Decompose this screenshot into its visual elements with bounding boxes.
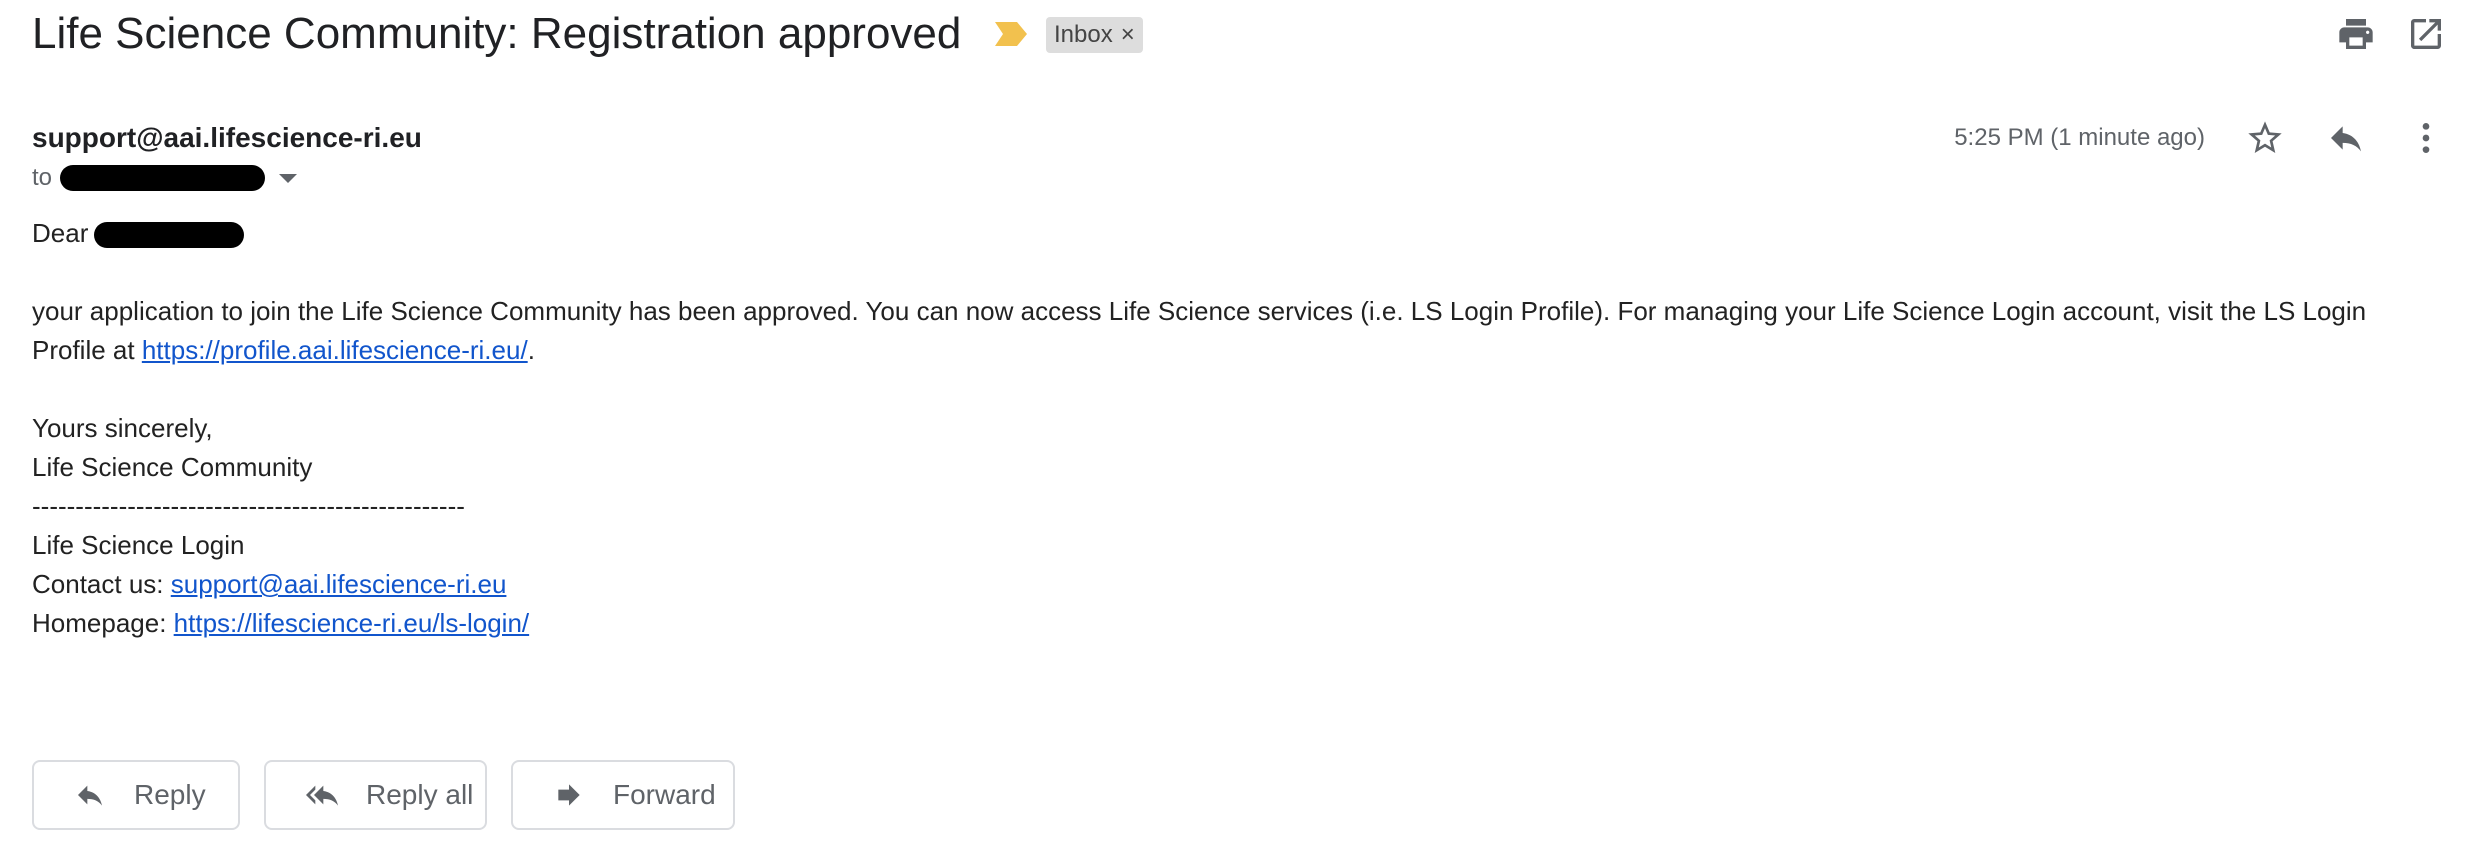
forward-button-label: Forward (613, 779, 716, 810)
email-body: Dear your application to join the Life S… (32, 214, 2432, 643)
reply-all-icon (306, 785, 338, 806)
remove-label-icon[interactable]: × (1121, 23, 1135, 47)
open-in-new-window-icon[interactable] (2406, 14, 2446, 54)
forward-button[interactable]: Forward (511, 760, 735, 830)
redacted-recipient (60, 165, 266, 191)
signature: Life Science Community (32, 452, 313, 482)
homepage-label: Homepage: (32, 608, 174, 638)
contact-label: Contact us: (32, 569, 171, 599)
print-icon[interactable] (2336, 14, 2376, 54)
star-icon[interactable] (2245, 118, 2285, 158)
contact-email-link[interactable]: support@aai.lifescience-ri.eu (171, 569, 507, 599)
greeting-line: Dear (32, 214, 2432, 253)
contact-line: Contact us: support@aai.lifescience-ri.e… (32, 565, 2432, 604)
show-details-caret-icon[interactable] (279, 173, 298, 183)
reply-arrow-icon (78, 785, 102, 806)
signature-divider: ----------------------------------------… (32, 491, 465, 521)
to-prefix: to (32, 164, 53, 191)
greeting: Dear (32, 218, 89, 248)
footer-title: Life Science Login (32, 530, 245, 560)
inbox-label-text: Inbox (1054, 21, 1113, 48)
more-vert-icon[interactable] (2406, 118, 2446, 158)
reply-button-label: Reply (134, 779, 206, 810)
redacted-name (94, 222, 245, 249)
sender-email[interactable]: support@aai.lifescience-ri.eu (32, 118, 422, 158)
importance-marker-icon[interactable] (993, 20, 1029, 48)
forward-arrow-icon (558, 784, 580, 806)
homepage-line: Homepage: https://lifescience-ri.eu/ls-l… (32, 604, 2432, 643)
inbox-label-chip: Inbox × (1046, 17, 1143, 53)
closing: Yours sincerely, (32, 413, 213, 443)
homepage-link[interactable]: https://lifescience-ri.eu/ls-login/ (174, 608, 529, 638)
paragraph-end: . (527, 335, 535, 365)
main-paragraph: your application to join the Life Scienc… (32, 292, 2432, 370)
message-timestamp: 5:25 PM (1 minute ago) (1954, 124, 2205, 151)
email-subject: Life Science Community: Registration app… (32, 9, 962, 58)
reply-all-button-label: Reply all (366, 779, 474, 810)
reply-icon[interactable] (2325, 118, 2367, 158)
reply-button[interactable]: Reply (32, 760, 240, 830)
reply-all-button[interactable]: Reply all (264, 760, 487, 830)
recipient-row: to (32, 160, 298, 196)
profile-link[interactable]: https://profile.aai.lifescience-ri.eu/ (142, 335, 528, 365)
